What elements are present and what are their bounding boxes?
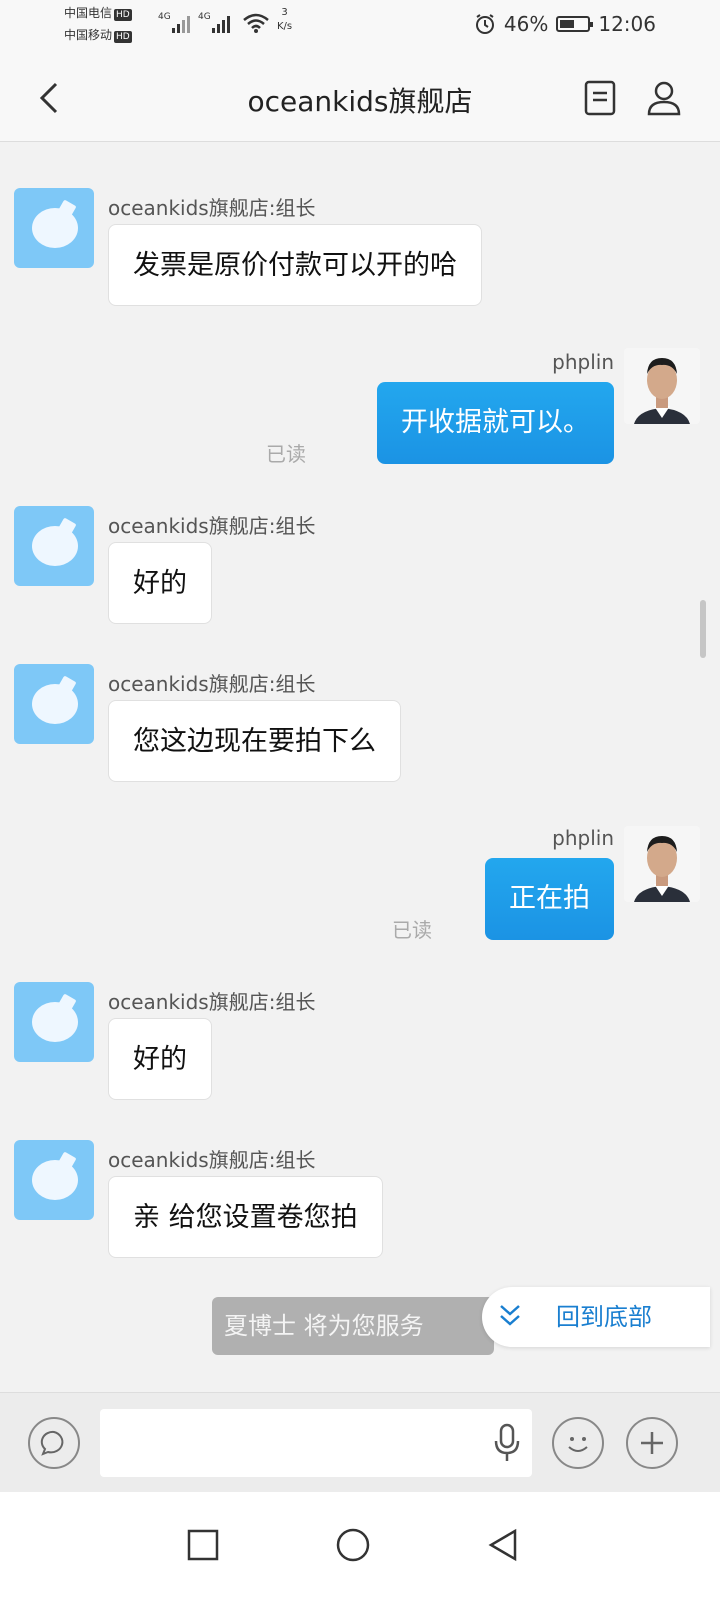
chat-area[interactable]: oceankids旗舰店:组长 发票是原价付款可以开的哈 phplin 开收据就… <box>0 142 720 1392</box>
status-right: 46% 12:06 <box>474 12 656 36</box>
smiley-icon <box>568 1437 588 1452</box>
plus-icon <box>641 1432 663 1454</box>
sender-name: oceankids旗舰店:组长 <box>108 672 316 696</box>
sender-name: oceankids旗舰店:组长 <box>108 990 316 1014</box>
message-bubble[interactable]: 亲 给您设置卷您拍 <box>108 1176 383 1258</box>
back-triangle-icon[interactable] <box>486 1528 520 1564</box>
double-chevron-down-icon <box>500 1305 520 1326</box>
sender-name: oceankids旗舰店:组长 <box>108 1148 316 1172</box>
emoji-button[interactable] <box>552 1417 604 1469</box>
message-bubble[interactable]: 好的 <box>108 542 212 624</box>
user-photo <box>624 826 700 902</box>
user-avatar[interactable] <box>624 348 700 424</box>
speech-bubble-icon <box>40 1430 64 1456</box>
input-bar <box>0 1392 720 1492</box>
shop-avatar[interactable] <box>14 1140 94 1220</box>
network-type-2: 4G <box>198 12 211 22</box>
jump-to-bottom-label: 回到底部 <box>556 1303 652 1331</box>
signal-icon <box>172 16 190 33</box>
recents-square-icon[interactable] <box>186 1528 220 1562</box>
sender-name: oceankids旗舰店:组长 <box>108 196 316 220</box>
network-type-1: 4G <box>158 12 171 22</box>
wifi-icon <box>243 13 269 33</box>
message-bubble[interactable]: 开收据就可以。 <box>377 382 614 464</box>
sender-name: phplin <box>552 350 614 374</box>
system-nav-bar <box>0 1492 720 1600</box>
read-status: 已读 <box>392 918 432 942</box>
chat-bubble-icon <box>32 684 78 724</box>
microphone-icon[interactable] <box>492 1423 522 1463</box>
user-avatar[interactable] <box>624 826 700 902</box>
service-toast: 夏博士 将为您服务 <box>212 1297 494 1355</box>
clock: 12:06 <box>598 12 656 36</box>
message-bubble[interactable]: 您这边现在要拍下么 <box>108 700 401 782</box>
sender-name: phplin <box>552 826 614 850</box>
message-bubble[interactable]: 好的 <box>108 1018 212 1100</box>
carrier-2: 中国移动 HD <box>64 28 132 43</box>
person-icon[interactable] <box>644 78 684 118</box>
message-bubble[interactable]: 发票是原价付款可以开的哈 <box>108 224 482 306</box>
read-status: 已读 <box>266 442 306 466</box>
message-input[interactable] <box>100 1409 532 1477</box>
chat-bubble-icon <box>32 1160 78 1200</box>
battery-icon <box>556 16 594 32</box>
shop-avatar[interactable] <box>14 982 94 1062</box>
home-circle-icon[interactable] <box>334 1528 372 1566</box>
message-bubble[interactable]: 正在拍 <box>485 858 614 940</box>
chat-bubble-icon <box>32 208 78 248</box>
battery-percent: 46% <box>503 12 549 36</box>
voice-toggle-button[interactable] <box>28 1417 80 1469</box>
carrier-1: 中国电信 HD <box>64 6 132 21</box>
jump-to-bottom-button[interactable]: 回到底部 <box>482 1287 710 1347</box>
document-icon[interactable] <box>580 78 620 118</box>
more-button[interactable] <box>626 1417 678 1469</box>
sender-name: oceankids旗舰店:组长 <box>108 514 316 538</box>
scrollbar[interactable] <box>700 600 706 658</box>
net-speed: 3 K/s <box>277 7 293 32</box>
chat-header: oceankids旗舰店 <box>0 52 720 142</box>
chat-bubble-icon <box>32 1002 78 1042</box>
signal-icon <box>212 16 230 33</box>
status-bar: 中国电信 HD 中国移动 HD 4G 4G 3 K/s 46% 12:06 <box>0 0 720 52</box>
shop-avatar[interactable] <box>14 188 94 268</box>
shop-avatar[interactable] <box>14 506 94 586</box>
chat-bubble-icon <box>32 526 78 566</box>
user-photo <box>624 348 700 424</box>
alarm-icon <box>475 14 494 34</box>
shop-avatar[interactable] <box>14 664 94 744</box>
